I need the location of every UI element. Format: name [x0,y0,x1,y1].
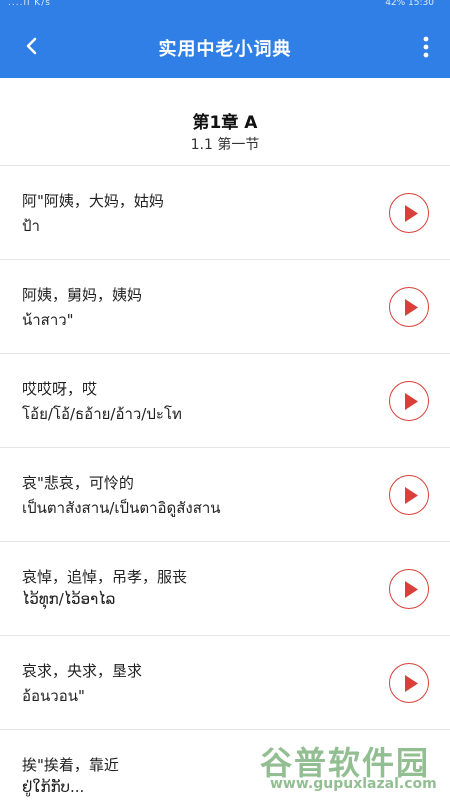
chinese-term: 挨"挨着，靠近 [22,756,119,774]
battery-time: 42% 15:30 [385,0,434,8]
play-icon [405,675,418,692]
lao-translation: เป็นตาสังสาน/เป็นตาอิดูสังสาน [22,499,221,517]
chapter-title: 第1章 A [192,113,258,133]
list-item[interactable]: 哀悼，追悼，吊孝，服丧 ໄວ້ທຸກ/ໄວ້ອາໄລ [0,542,450,636]
word-list: 阿"阿姨，大妈，姑妈 ป้า 阿姨，舅妈，姨妈 น้าสาว" 哎哎呀，哎 โอ… [0,166,450,800]
signal-indicator: ....ıl K/s [8,0,51,8]
list-item[interactable]: 哀求，央求，垦求 อ้อนวอน" [0,636,450,730]
play-audio-button[interactable] [389,193,429,233]
lao-translation: อ้อนวอน" [22,687,85,705]
play-audio-button[interactable] [389,663,429,703]
list-item[interactable]: 阿"阿姨，大妈，姑妈 ป้า [0,166,450,260]
lao-translation: ป้า [22,217,40,235]
page-title: 实用中老小词典 [158,39,292,60]
chinese-term: 阿姨，舅妈，姨妈 [22,286,143,304]
chapter-header: 第1章 A 1.1 第一节 [0,78,450,166]
list-item[interactable]: 挨"挨着，靠近 ຢູ່ໃກ້ກັບ... [0,730,450,800]
app-bar: 实用中老小词典 [0,14,450,78]
play-audio-button[interactable] [389,381,429,421]
chinese-term: 哀求，央求，垦求 [22,662,143,680]
chinese-term: 哎哎呀，哎 [22,380,98,398]
play-audio-button[interactable] [389,475,429,515]
play-icon [405,393,418,410]
play-icon [405,581,418,598]
chinese-term: 哀"悲哀，可怜的 [22,474,134,492]
chinese-term: 阿"阿姨，大妈，姑妈 [22,192,164,210]
play-audio-button[interactable] [389,287,429,327]
lao-translation: ໄວ້ທຸກ/ໄວ້ອາໄລ [22,590,116,608]
lao-translation: น้าสาว" [22,311,74,329]
play-audio-button[interactable] [389,569,429,609]
more-options-button[interactable] [418,34,434,60]
list-item[interactable]: 哀"悲哀，可怜的 เป็นตาสังสาน/เป็นตาอิดูสังสาน [0,448,450,542]
play-icon [405,205,418,222]
lao-translation: โอ้ย/โอ้/ธอ้าย/อ้าว/ปะโท [22,405,182,423]
list-item[interactable]: 哎哎呀，哎 โอ้ย/โอ้/ธอ้าย/อ้าว/ปะโท [0,354,450,448]
chinese-term: 哀悼，追悼，吊孝，服丧 [22,568,188,586]
lao-translation: ຢູ່ໃກ້ກັບ... [22,778,85,796]
status-bar: ....ıl K/s 42% 15:30 [0,0,450,14]
more-vertical-icon [423,36,429,58]
section-subtitle: 1.1 第一节 [190,137,260,153]
play-icon [405,487,418,504]
play-icon [405,299,418,316]
list-item[interactable]: 阿姨，舅妈，姨妈 น้าสาว" [0,260,450,354]
